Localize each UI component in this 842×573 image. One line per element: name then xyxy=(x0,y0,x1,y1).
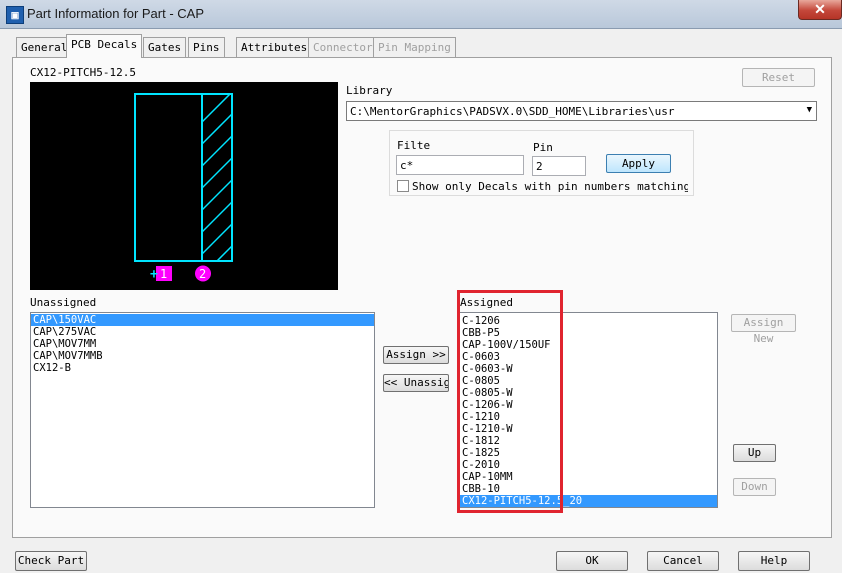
tab-general[interactable]: General xyxy=(16,37,73,57)
list-item[interactable]: CAP\MOV7MMB xyxy=(31,350,374,362)
ok-button[interactable]: OK xyxy=(556,551,628,571)
list-item[interactable]: CAP\MOV7MM xyxy=(31,338,374,350)
tab-attributes[interactable]: Attributes xyxy=(236,37,313,57)
unassigned-list[interactable]: CAP\150VAC CAP\275VAC CAP\MOV7MM CAP\MOV… xyxy=(30,312,375,508)
library-value: C:\MentorGraphics\PADSVX.0\SDD_HOME\Libr… xyxy=(350,105,675,118)
filter-label: Filte xyxy=(397,139,431,152)
help-button[interactable]: Help xyxy=(738,551,810,571)
filter-input[interactable] xyxy=(396,155,524,175)
up-button[interactable]: Up xyxy=(733,444,776,462)
pin-label: Pin xyxy=(533,141,553,154)
window-title: Part Information for Part - CAP xyxy=(27,6,205,21)
down-button[interactable]: Down xyxy=(733,478,776,496)
decal-name: CX12-PITCH5-12.5 xyxy=(30,66,136,79)
cancel-button[interactable]: Cancel xyxy=(647,551,719,571)
tab-pin-mapping[interactable]: Pin Mapping xyxy=(373,37,456,57)
library-label: Library xyxy=(346,84,393,97)
list-item[interactable]: CAP\150VAC xyxy=(31,314,374,326)
match-pins-checkbox[interactable] xyxy=(397,180,409,192)
highlight-box xyxy=(457,290,563,513)
list-item[interactable]: CX12-B xyxy=(31,362,374,374)
reset-button[interactable]: Reset xyxy=(742,68,815,87)
pin-1-label: 1 xyxy=(160,267,167,281)
library-dropdown[interactable]: C:\MentorGraphics\PADSVX.0\SDD_HOME\Libr… xyxy=(346,101,817,121)
tab-pcb-decals[interactable]: PCB Decals xyxy=(66,34,143,58)
decal-outline xyxy=(134,93,233,262)
close-button[interactable]: ✕ xyxy=(798,0,842,20)
decal-drawing: + 1 2 xyxy=(134,93,233,282)
unassign-button[interactable]: << Unassign xyxy=(383,374,449,392)
assign-button[interactable]: Assign >> xyxy=(383,346,449,364)
tab-gates[interactable]: Gates xyxy=(143,37,187,57)
pin-1-origin-marker: + xyxy=(150,267,158,282)
match-pins-label: Show only Decals with pin numbers matchi… xyxy=(412,180,688,193)
app-icon: ▣ xyxy=(6,6,24,24)
apply-button[interactable]: Apply xyxy=(606,154,671,173)
pin-2-label: 2 xyxy=(199,267,206,281)
decal-preview: + 1 2 xyxy=(30,82,338,290)
assign-new-button[interactable]: Assign New xyxy=(731,314,796,345)
tab-pins[interactable]: Pins xyxy=(188,37,225,57)
chevron-down-icon[interactable]: ▼ xyxy=(807,105,812,115)
pin-input[interactable] xyxy=(532,156,586,176)
unassigned-label: Unassigned xyxy=(30,296,97,309)
tab-connector[interactable]: Connector xyxy=(308,37,378,57)
list-item[interactable]: CAP\275VAC xyxy=(31,326,374,338)
check-part-button[interactable]: Check Part xyxy=(15,551,87,571)
title-bar[interactable]: ▣ Part Information for Part - CAP ✕ xyxy=(0,0,842,29)
